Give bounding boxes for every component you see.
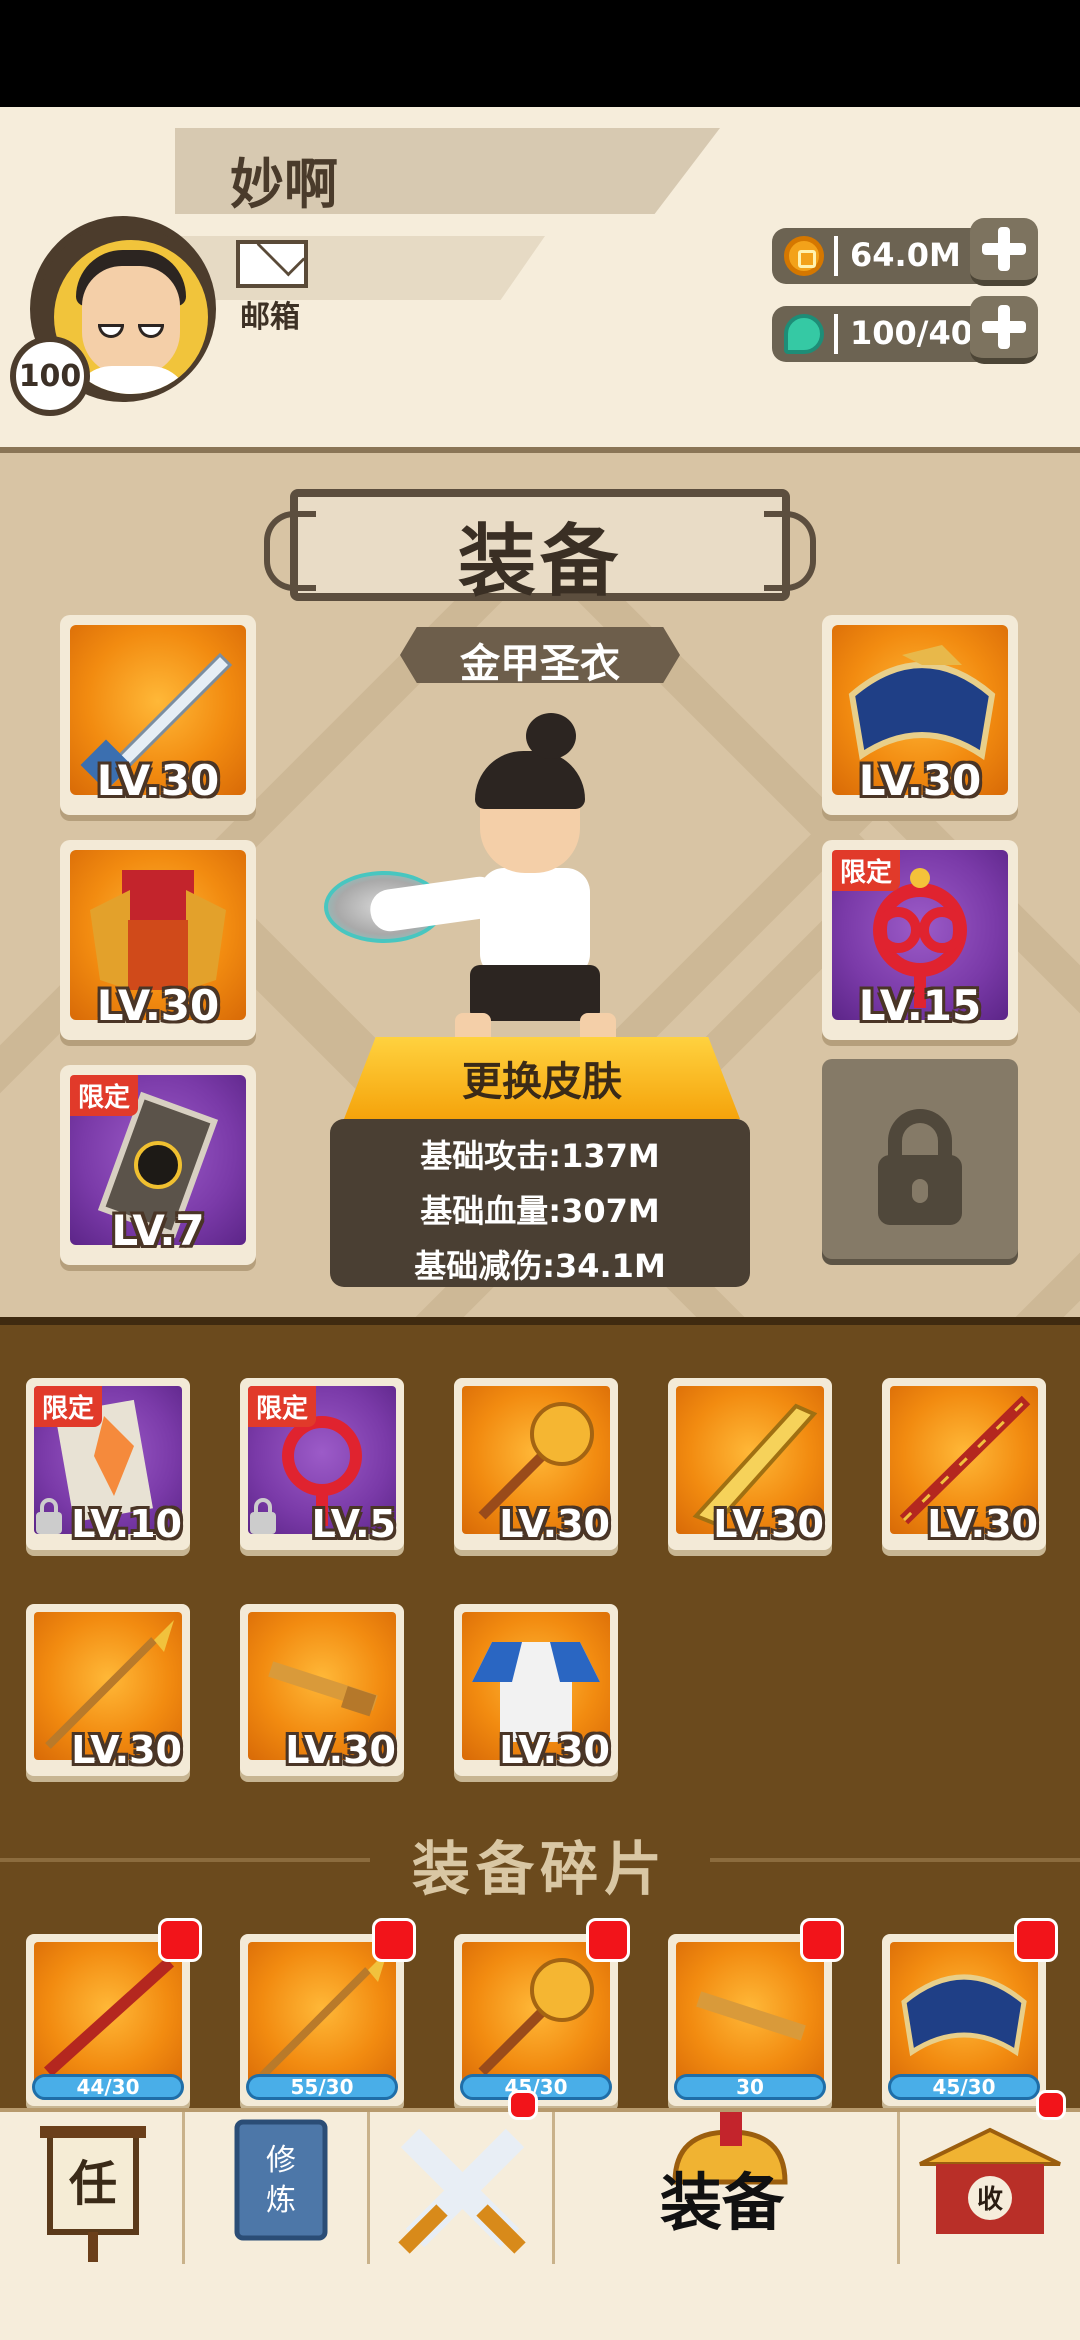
item-level: LV.15 (858, 981, 982, 1030)
item-frame (462, 1942, 610, 2090)
inventory-item[interactable]: LV.30 (668, 1378, 832, 1550)
limited-tag: 限定 (34, 1386, 103, 1427)
staff-icon (43, 1957, 175, 2077)
nav-equipment-label[interactable]: 装备 (660, 2152, 784, 2242)
item-level: LV.30 (499, 1728, 610, 1772)
nav-battle[interactable] (370, 2112, 555, 2268)
inventory-item[interactable]: 限定 LV.10 (26, 1378, 190, 1550)
notification-badge (508, 2090, 538, 2120)
gem-value: 100/40 (850, 314, 974, 352)
shop-glyph: 收 (977, 2185, 1003, 2215)
shop-building-icon: 收 (919, 2127, 1061, 2234)
item-level: LV.30 (713, 1502, 824, 1546)
bottom-safe-area (0, 2264, 1080, 2340)
avatar-face (82, 266, 180, 376)
notification-badge (158, 1918, 202, 1962)
fragment-progress: 45/30 (888, 2074, 1040, 2100)
item-frame (248, 1942, 396, 2090)
set-name: 金甲圣衣 (460, 641, 620, 687)
item-frame (676, 1942, 824, 2090)
inventory-item[interactable]: LV.30 (26, 1604, 190, 1776)
stat-defense: 基础减伤:34.1M (414, 1247, 666, 1285)
training-glyph-2: 炼 (266, 2183, 296, 2218)
gold-coin-icon (784, 236, 824, 276)
hero-body (480, 868, 590, 978)
stat-health: 基础血量:307M (420, 1192, 660, 1230)
task-scroll-icon: 任 (40, 2126, 146, 2262)
inventory-item[interactable]: LV.30 (882, 1378, 1046, 1550)
tasks-glyph: 任 (69, 2156, 117, 2212)
limited-tag: 限定 (70, 1075, 139, 1116)
equip-slot-armor[interactable]: LV.30 (60, 840, 256, 1040)
item-frame (890, 1942, 1038, 2090)
add-gold-button[interactable] (970, 218, 1038, 286)
item-level: LV.30 (858, 756, 982, 805)
fragments-title: 装备碎片 (411, 1835, 668, 1903)
notification-badge (800, 1918, 844, 1962)
nav-training[interactable]: 修 炼 (185, 2112, 370, 2268)
item-level: LV.10 (71, 1502, 182, 1546)
item-level: LV.30 (96, 756, 220, 805)
crossed-swords-icon (398, 2128, 526, 2254)
equip-slot-scroll[interactable]: 限定 LV.7 (60, 1065, 256, 1265)
fragment-progress: 44/30 (32, 2074, 184, 2100)
inventory-item[interactable]: LV.30 (454, 1604, 618, 1776)
item-level: LV.30 (71, 1728, 182, 1772)
stat-attack: 基础攻击:137M (420, 1137, 660, 1175)
equip-slot-bow[interactable]: LV.30 (822, 615, 1018, 815)
limited-tag: 限定 (832, 850, 901, 891)
add-gem-button[interactable] (970, 296, 1038, 364)
fragment-progress: 30 (674, 2074, 826, 2100)
inventory-item[interactable]: LV.30 (240, 1604, 404, 1776)
training-book-icon: 修 炼 (234, 2119, 328, 2241)
equip-slot-accessory[interactable]: 限定 LV.15 (822, 840, 1018, 1040)
item-level: LV.30 (96, 981, 220, 1030)
item-level: LV.30 (499, 1502, 610, 1546)
nav-tasks[interactable]: 任 (0, 2112, 185, 2268)
inventory-item[interactable]: LV.30 (454, 1378, 618, 1550)
mail-banner (175, 236, 545, 300)
mace-icon (478, 1958, 594, 2076)
item-level: LV.30 (927, 1502, 1038, 1546)
hero-pants (470, 965, 600, 1021)
bottom-navigation: 任 修 炼 收 (0, 2108, 1080, 2268)
inventory-item[interactable]: 限定 LV.5 (240, 1378, 404, 1550)
nav-shop[interactable]: 收 (900, 2112, 1080, 2268)
divider (834, 314, 838, 354)
spear-icon (259, 1950, 388, 2079)
lock-keyhole (912, 1179, 928, 1203)
notification-badge (1036, 2090, 1066, 2120)
item-level: LV.7 (111, 1206, 205, 1255)
notification-badge (586, 1918, 630, 1962)
panel-title: 装备 (457, 517, 622, 607)
training-glyph-1: 修 (266, 2143, 296, 2178)
key-icon (696, 1991, 806, 2041)
change-skin-label[interactable]: 更换皮肤 (344, 1049, 740, 1107)
status-bar (0, 0, 1080, 107)
locked-slot[interactable] (822, 1059, 1018, 1259)
item-level: LV.30 (285, 1728, 396, 1772)
limited-tag: 限定 (248, 1386, 317, 1427)
hero-hair (475, 751, 585, 809)
item-frame (34, 1942, 182, 2090)
notification-badge (372, 1918, 416, 1962)
item-level: LV.5 (311, 1502, 396, 1546)
divider (834, 236, 838, 276)
fragment-progress: 55/30 (246, 2074, 398, 2100)
gem-icon (784, 314, 824, 354)
gold-value: 64.0M (850, 236, 961, 274)
mail-label[interactable]: 邮箱 (240, 292, 300, 336)
player-level-badge: 100 (10, 336, 90, 416)
notification-badge (1014, 1918, 1058, 1962)
hero-bun (526, 713, 576, 759)
hero-character (324, 703, 660, 1051)
player-name: 妙啊 (230, 153, 338, 216)
bow-icon (901, 1974, 1027, 2057)
mail-icon[interactable] (236, 240, 308, 288)
equip-slot-weapon[interactable]: LV.30 (60, 615, 256, 815)
